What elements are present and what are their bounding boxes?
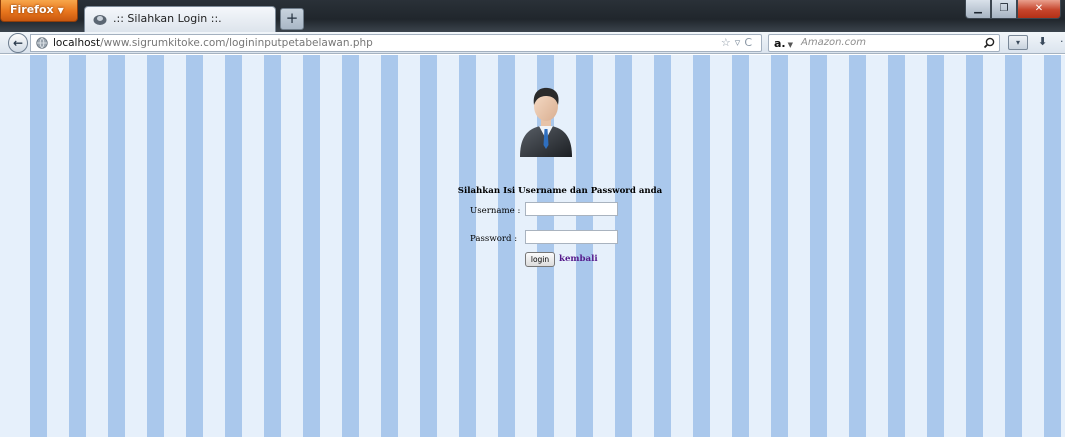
- close-icon[interactable]: ✕: [1017, 0, 1061, 19]
- chevron-down-icon: ▼: [787, 41, 793, 49]
- firefox-menu-button[interactable]: Firefox ▼: [0, 0, 78, 22]
- login-button[interactable]: login: [525, 252, 555, 267]
- password-row: Password :: [440, 228, 680, 252]
- search-icon[interactable]: [983, 37, 995, 49]
- amazon-engine-icon[interactable]: a. ▼: [774, 36, 793, 53]
- back-link[interactable]: kembali: [559, 254, 598, 264]
- password-label: Password :: [470, 234, 518, 244]
- search-engine-label: a.: [774, 37, 786, 50]
- chevron-down-icon: ▼: [57, 6, 64, 15]
- window-titlebar: Firefox ▼ .:: Silahkan Login ::. + ▁ ❐ ✕: [0, 0, 1065, 32]
- search-bar[interactable]: a. ▼ Amazon.com: [768, 34, 1000, 52]
- username-input[interactable]: [525, 202, 618, 216]
- search-placeholder: Amazon.com: [801, 37, 866, 48]
- history-dropdown-icon[interactable]: ▿: [735, 36, 745, 49]
- minimize-icon[interactable]: ▁: [965, 0, 991, 19]
- username-label: Username :: [470, 206, 521, 216]
- bookmark-star-icon[interactable]: ☆: [721, 36, 735, 49]
- maximize-icon[interactable]: ❐: [991, 0, 1017, 19]
- login-title: Silahkan Isi Username dan Password anda: [457, 186, 663, 196]
- user-avatar-icon: [520, 87, 572, 157]
- reload-icon[interactable]: C: [744, 36, 756, 49]
- url-path: /www.sigrumkitoke.com/logininputpetabela…: [100, 37, 373, 49]
- firefox-menu-label: Firefox: [10, 3, 54, 16]
- new-tab-button[interactable]: +: [280, 8, 304, 30]
- tab-title: .:: Silahkan Login ::.: [113, 12, 222, 25]
- username-row: Username :: [440, 200, 680, 224]
- toolbar-right: ▾ ⬇ ·: [1008, 35, 1065, 50]
- download-icon[interactable]: ⬇: [1038, 35, 1050, 50]
- password-input[interactable]: [525, 230, 618, 244]
- window-controls: ▁ ❐ ✕: [965, 0, 1061, 20]
- url-bar-actions: ☆▿C: [721, 35, 756, 51]
- bookmarks-menu-icon[interactable]: ▾: [1008, 35, 1028, 50]
- tab-login[interactable]: .:: Silahkan Login ::.: [84, 6, 276, 32]
- url-host: localhost: [53, 37, 101, 49]
- form-actions: login kembali: [440, 252, 680, 272]
- site-favicon-icon: [93, 15, 107, 25]
- overflow-icon[interactable]: ·: [1060, 35, 1065, 50]
- back-arrow-icon[interactable]: ←: [8, 33, 28, 53]
- page-content: Silahkan Isi Username dan Password anda …: [0, 55, 1065, 437]
- url-bar[interactable]: localhost/www.sigrumkitoke.com/logininpu…: [30, 34, 762, 52]
- login-form: Silahkan Isi Username dan Password anda …: [440, 186, 680, 272]
- globe-icon: [36, 37, 48, 49]
- navigation-toolbar: ← localhost/www.sigrumkitoke.com/loginin…: [0, 32, 1065, 54]
